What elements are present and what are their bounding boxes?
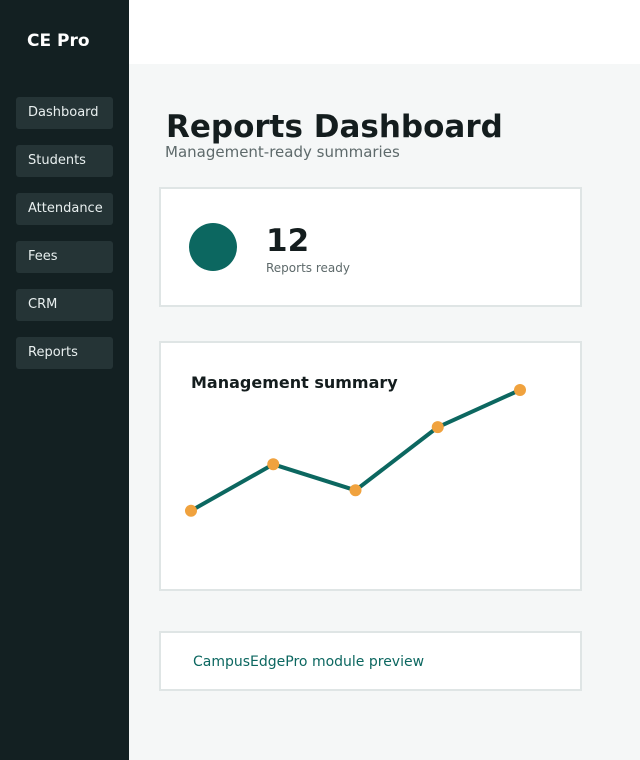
sidebar-item-dashboard[interactable]: Dashboard bbox=[16, 97, 113, 129]
data-point bbox=[514, 384, 526, 396]
sidebar-item-students[interactable]: Students bbox=[16, 145, 113, 177]
data-point bbox=[349, 484, 362, 497]
stat-value: 12 bbox=[266, 223, 310, 259]
top-bar bbox=[129, 0, 640, 64]
page-title: Reports Dashboard bbox=[166, 109, 503, 145]
sidebar-item-reports[interactable]: Reports bbox=[16, 337, 113, 369]
brand-logo[interactable]: CE Pro bbox=[27, 31, 90, 51]
sidebar-item-attendance[interactable]: Attendance bbox=[16, 193, 113, 225]
stat-card: 12 Reports ready bbox=[159, 187, 582, 307]
module-preview-link[interactable]: CampusEdgePro module preview bbox=[193, 654, 424, 670]
chart-card: Management summary bbox=[159, 341, 582, 591]
stat-label: Reports ready bbox=[266, 261, 350, 275]
data-point bbox=[185, 504, 197, 517]
data-point bbox=[431, 421, 444, 434]
data-point bbox=[267, 458, 280, 471]
page-subtitle: Management-ready summaries bbox=[165, 143, 400, 161]
sidebar-item-crm[interactable]: CRM bbox=[16, 289, 113, 321]
line-chart bbox=[185, 384, 526, 517]
preview-card: CampusEdgePro module preview bbox=[159, 631, 582, 691]
sidebar-item-fees[interactable]: Fees bbox=[16, 241, 113, 273]
stat-indicator-icon bbox=[189, 223, 237, 271]
sidebar: CE Pro Dashboard Students Attendance Fee… bbox=[0, 0, 129, 760]
